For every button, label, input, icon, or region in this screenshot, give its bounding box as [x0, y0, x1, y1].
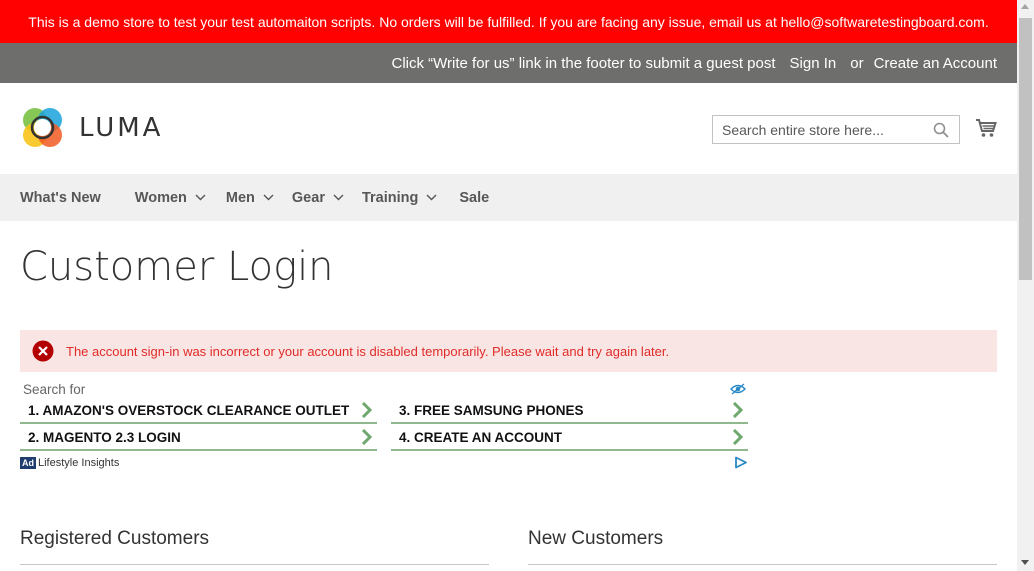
- nav-label: Men: [225, 189, 255, 206]
- nav-item-men[interactable]: Men: [226, 190, 274, 206]
- nav-item-gear[interactable]: Gear: [292, 190, 344, 206]
- nav-item-sale[interactable]: Sale: [459, 190, 489, 206]
- error-text: The account sign-in was incorrect or you…: [66, 343, 670, 359]
- ad-link[interactable]: 2. MAGENTO 2.3 LOGIN: [20, 425, 377, 451]
- site-header: LUMA: [0, 83, 1017, 174]
- chevron-right-icon: [732, 402, 744, 418]
- guest-post-promo: Click “Write for us” link in the footer …: [391, 54, 776, 72]
- nav-item-whats-new[interactable]: What's New: [20, 190, 101, 206]
- adchoices-icon[interactable]: [734, 456, 748, 474]
- scrollbar-thumb[interactable]: [1019, 18, 1032, 280]
- nav-label: What's New: [20, 189, 101, 206]
- cart-icon[interactable]: [975, 118, 997, 143]
- ad-link[interactable]: 1. AMAZON'S OVERSTOCK CLEARANCE OUTLET: [20, 398, 377, 424]
- luma-logo-icon: [23, 108, 62, 147]
- ad-link-text: 1. AMAZON'S OVERSTOCK CLEARANCE OUTLET: [28, 402, 350, 418]
- luma-logo[interactable]: LUMA: [20, 105, 163, 150]
- nav-item-women[interactable]: Women: [135, 190, 206, 206]
- chevron-down-icon: [426, 194, 437, 201]
- sign-in-link[interactable]: Sign In: [790, 55, 837, 72]
- ad-attribution: Ad Lifestyle Insights: [20, 457, 119, 469]
- page-title: Customer Login: [20, 244, 334, 290]
- divider: [528, 564, 997, 565]
- top-links-bar: Click “Write for us” link in the footer …: [0, 43, 1017, 83]
- scroll-down-arrow-icon[interactable]: [1021, 560, 1029, 565]
- divider: [20, 564, 489, 565]
- ads-label: Search for: [23, 382, 86, 397]
- scroll-up-arrow-icon[interactable]: [1021, 4, 1029, 9]
- demo-notice-bar: This is a demo store to test your test a…: [0, 0, 1017, 43]
- chevron-right-icon: [732, 429, 744, 445]
- nav-item-training[interactable]: Training: [362, 190, 437, 206]
- nav-label: Training: [361, 189, 419, 206]
- search-icon[interactable]: [933, 122, 949, 143]
- main-navigation: What's New Women Men Gear Training Sale: [0, 174, 1017, 221]
- ad-link-text: 2. MAGENTO 2.3 LOGIN: [28, 429, 181, 445]
- create-account-link[interactable]: Create an Account: [874, 55, 997, 72]
- logo-text: LUMA: [79, 112, 164, 143]
- error-icon: [32, 340, 54, 362]
- search-box: [712, 115, 960, 144]
- chevron-down-icon: [263, 194, 274, 201]
- new-customers-heading: New Customers: [528, 528, 664, 549]
- search-input[interactable]: [713, 120, 934, 139]
- nav-label: Gear: [291, 189, 325, 206]
- ad-link[interactable]: 4. CREATE AN ACCOUNT: [391, 425, 748, 451]
- ad-link-text: 3. FREE SAMSUNG PHONES: [399, 402, 584, 418]
- chevron-down-icon: [195, 194, 206, 201]
- nav-label: Women: [134, 189, 187, 206]
- ad-link-text: 4. CREATE AN ACCOUNT: [399, 429, 563, 445]
- chevron-right-icon: [361, 429, 373, 445]
- ad-badge: Ad: [20, 457, 36, 469]
- chevron-right-icon: [361, 402, 373, 418]
- error-message: The account sign-in was incorrect or you…: [20, 330, 997, 372]
- demo-notice-text: This is a demo store to test your test a…: [28, 13, 989, 30]
- chevron-down-icon: [333, 194, 344, 201]
- ad-link[interactable]: 3. FREE SAMSUNG PHONES: [391, 398, 748, 424]
- ad-sponsor[interactable]: Lifestyle Insights: [38, 457, 119, 469]
- nav-label: Sale: [459, 189, 490, 206]
- registered-customers-heading: Registered Customers: [20, 528, 210, 549]
- or-separator: or: [850, 54, 864, 72]
